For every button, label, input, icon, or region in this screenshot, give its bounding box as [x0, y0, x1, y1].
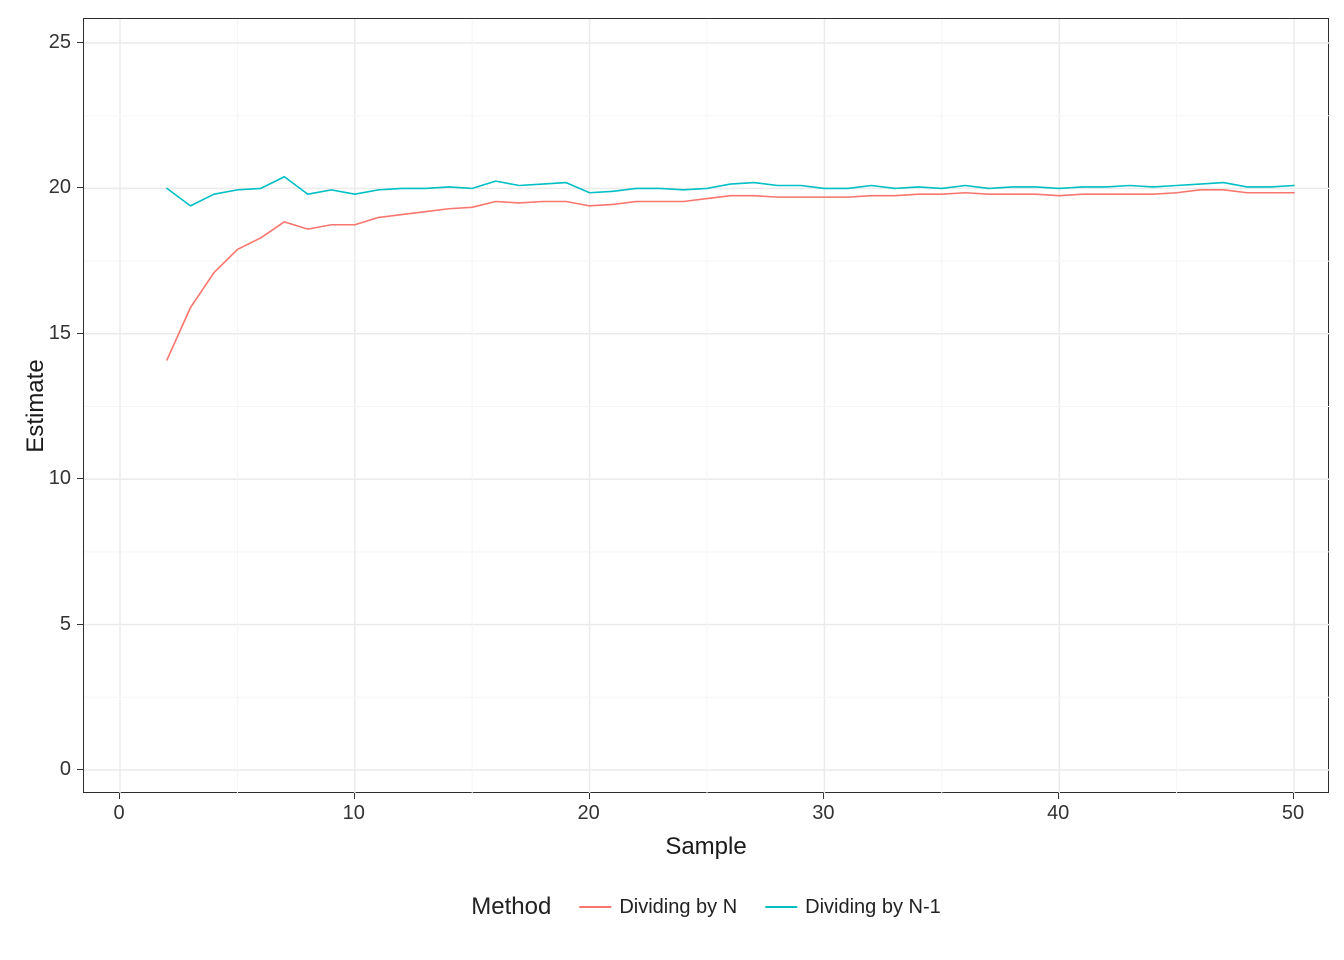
x-tick-label: 30	[812, 803, 834, 823]
legend-item: Dividing by N-1	[765, 896, 941, 919]
y-tick-mark	[77, 42, 83, 43]
x-tick-mark	[1293, 793, 1294, 799]
x-tick-label: 40	[1047, 803, 1069, 823]
y-tick-label: 20	[49, 177, 71, 197]
legend: Method Dividing by N Dividing by N-1	[471, 893, 941, 921]
y-tick-mark	[77, 333, 83, 334]
y-tick-label: 10	[49, 468, 71, 488]
y-tick-mark	[77, 187, 83, 188]
x-tick-mark	[589, 793, 590, 799]
x-tick-mark	[823, 793, 824, 799]
y-tick-mark	[77, 624, 83, 625]
y-tick-label: 25	[49, 32, 71, 52]
legend-swatch-icon	[579, 906, 611, 908]
x-axis-title: Sample	[665, 833, 746, 861]
y-axis-title: Estimate	[22, 359, 50, 452]
x-tick-label: 20	[577, 803, 599, 823]
legend-label: Dividing by N	[619, 896, 737, 919]
plot-svg	[84, 19, 1330, 794]
x-tick-label: 50	[1282, 803, 1304, 823]
series-line-1	[167, 177, 1294, 206]
y-tick-mark	[77, 769, 83, 770]
x-tick-label: 10	[343, 803, 365, 823]
y-tick-label: 5	[60, 614, 71, 634]
x-tick-mark	[1058, 793, 1059, 799]
legend-title: Method	[471, 893, 551, 921]
plot-area	[83, 18, 1329, 793]
y-tick-label: 15	[49, 323, 71, 343]
x-tick-label: 0	[113, 803, 124, 823]
x-tick-mark	[119, 793, 120, 799]
y-tick-mark	[77, 478, 83, 479]
legend-label: Dividing by N-1	[805, 896, 941, 919]
legend-item: Dividing by N	[579, 896, 737, 919]
y-tick-label: 0	[60, 759, 71, 779]
chart-container: Estimate Sample 0 10 20 30 40 50 0 5 10 15 20 25 M…	[0, 0, 1344, 960]
legend-swatch-icon	[765, 906, 797, 908]
x-tick-mark	[354, 793, 355, 799]
